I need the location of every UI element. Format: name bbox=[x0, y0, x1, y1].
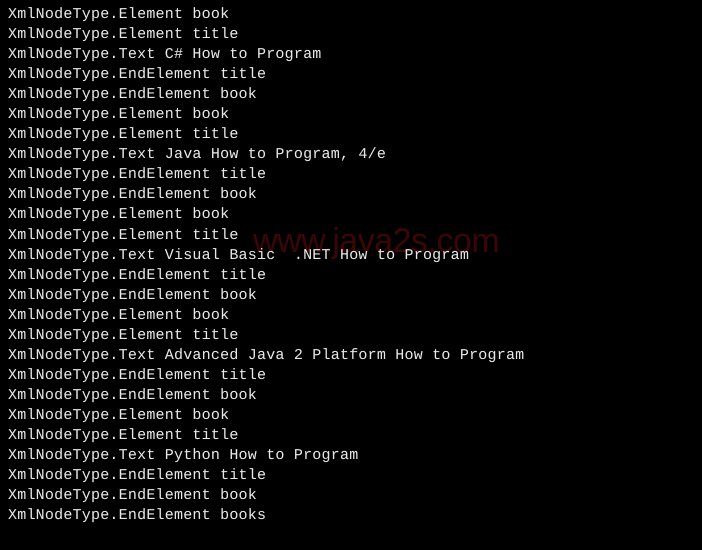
console-line: XmlNodeType.Text Advanced Java 2 Platfor… bbox=[8, 346, 525, 364]
console-line: XmlNodeType.Text Visual Basic .NET How t… bbox=[8, 246, 470, 264]
console-line: XmlNodeType.EndElement title bbox=[8, 166, 267, 184]
console-line: XmlNodeType.EndElement title bbox=[8, 366, 267, 384]
console-line: XmlNodeType.Element book bbox=[8, 6, 230, 23]
console-window[interactable]: www.java2s.com XmlNodeType.Element book X… bbox=[0, 0, 702, 550]
console-line: XmlNodeType.Text Java How to Program, 4/… bbox=[8, 146, 387, 164]
console-line: XmlNodeType.Element book bbox=[8, 406, 230, 424]
console-line: XmlNodeType.Element title bbox=[8, 126, 239, 144]
console-line: XmlNodeType.Element title bbox=[8, 426, 239, 444]
console-line: XmlNodeType.Element book bbox=[8, 106, 230, 124]
console-line: XmlNodeType.EndElement book bbox=[8, 487, 257, 505]
console-line: XmlNodeType.EndElement title bbox=[8, 66, 267, 84]
console-line: XmlNodeType.EndElement book bbox=[8, 186, 257, 204]
console-line: XmlNodeType.EndElement title bbox=[8, 467, 267, 485]
console-line: XmlNodeType.Element title bbox=[8, 226, 239, 244]
console-output-text: XmlNodeType.Element book XmlNodeType.Elem… bbox=[0, 0, 524, 526]
console-line: XmlNodeType.EndElement book bbox=[8, 86, 257, 104]
console-line: XmlNodeType.EndElement books bbox=[8, 507, 267, 525]
console-line: XmlNodeType.EndElement book bbox=[8, 286, 257, 304]
console-line: XmlNodeType.EndElement book bbox=[8, 386, 257, 404]
console-line: XmlNodeType.Text C# How to Program bbox=[8, 46, 322, 64]
console-line: XmlNodeType.Element book bbox=[8, 306, 230, 324]
console-line: XmlNodeType.Element title bbox=[8, 26, 239, 44]
console-line: XmlNodeType.Text Python How to Program bbox=[8, 447, 359, 465]
console-line: XmlNodeType.Element title bbox=[8, 326, 239, 344]
console-line: XmlNodeType.Element book bbox=[8, 206, 230, 224]
console-line: XmlNodeType.EndElement title bbox=[8, 266, 267, 284]
